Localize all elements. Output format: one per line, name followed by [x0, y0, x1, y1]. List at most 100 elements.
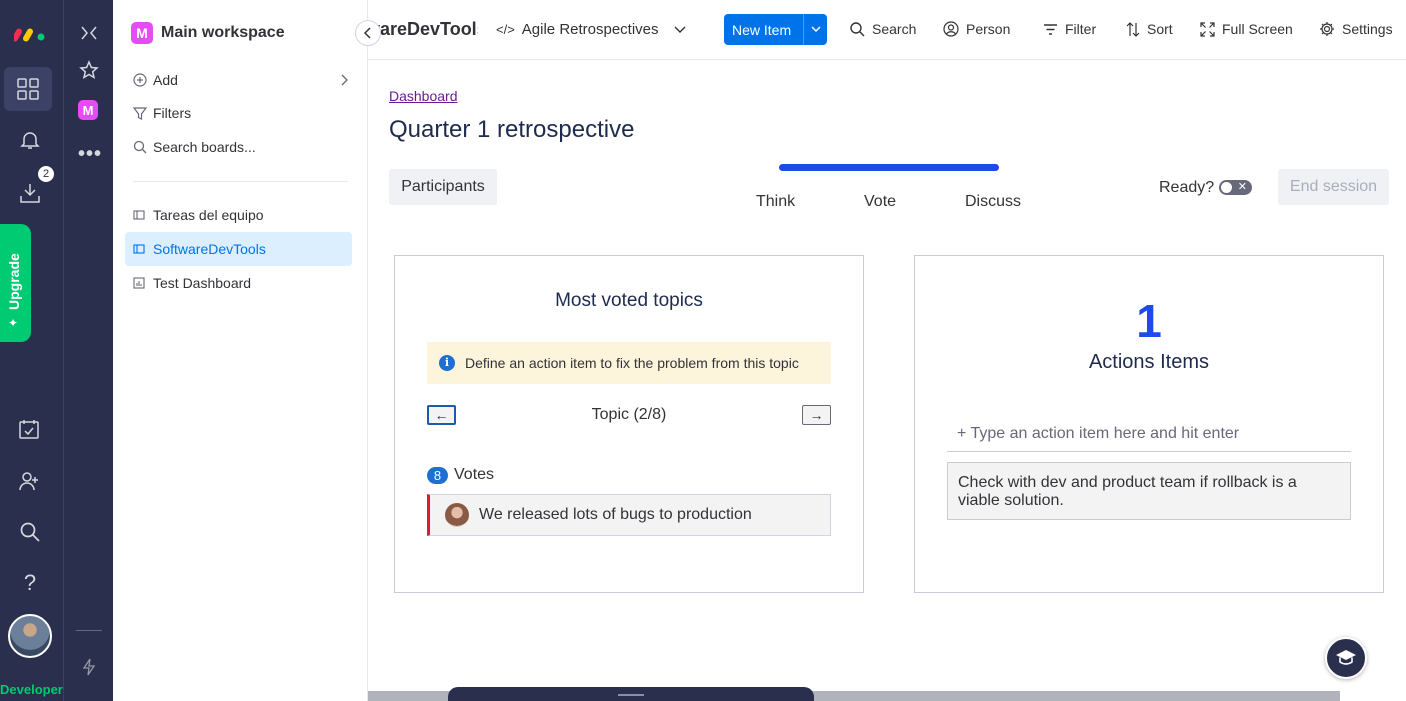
sparkle-icon: ✦ — [8, 316, 19, 330]
author-avatar — [445, 503, 469, 527]
board-item-tareas[interactable]: Tareas del equipo — [125, 198, 352, 232]
info-banner: i Define an action item to fix the probl… — [427, 342, 831, 384]
notification-badge: 2 — [38, 166, 54, 182]
phase-progress-bar — [779, 164, 999, 171]
close-icon: ✕ — [1237, 181, 1247, 193]
person-icon — [943, 21, 959, 37]
home-button[interactable] — [4, 67, 52, 111]
search-boards-item[interactable]: Search boards... — [133, 139, 256, 155]
monday-logo[interactable] — [14, 22, 46, 42]
info-icon: i — [439, 355, 455, 371]
search-label: Search — [872, 21, 917, 37]
full-screen-button[interactable]: Full Screen — [1200, 21, 1293, 37]
user-avatar[interactable] — [8, 614, 52, 658]
action-item[interactable]: Check with dev and product team if rollb… — [947, 462, 1351, 520]
learning-center-button[interactable] — [1325, 637, 1367, 679]
action-items-title: Actions Items — [1088, 351, 1210, 373]
full-screen-label: Full Screen — [1222, 21, 1293, 37]
topics-card-title: Most voted topics — [555, 290, 703, 311]
person-button[interactable]: Person — [943, 21, 1010, 37]
gear-icon — [1320, 22, 1334, 36]
settings-button[interactable]: Settings — [1319, 21, 1393, 37]
calendar-check-icon[interactable] — [18, 418, 40, 440]
workspace-icon: M — [131, 22, 153, 44]
help-icon[interactable]: ? — [19, 570, 41, 596]
sort-button[interactable]: Sort — [1126, 21, 1173, 37]
horizontal-scrollbar-thumb[interactable] — [448, 687, 814, 701]
topic-item[interactable]: We released lots of bugs to production — [427, 494, 831, 536]
topic-text: We released lots of bugs to production — [479, 506, 752, 523]
board-item-test-dashboard[interactable]: Test Dashboard — [125, 266, 352, 300]
chevron-down-icon — [810, 26, 821, 33]
lightning-icon[interactable] — [81, 658, 97, 676]
search-button[interactable]: Search — [850, 21, 916, 37]
expand-collapse-icon[interactable] — [80, 25, 98, 41]
graduation-cap-icon — [1336, 650, 1356, 665]
workspace-panel: M Main workspace Add Filters Search boar… — [113, 0, 368, 701]
workspace-title[interactable]: Main workspace — [161, 24, 285, 42]
board-icon — [133, 210, 145, 220]
page-title: Quarter 1 retrospective — [389, 116, 635, 143]
workspace-avatar-icon[interactable]: M — [78, 100, 98, 120]
filters-menu-item[interactable]: Filters — [133, 105, 191, 121]
breadcrumb-dashboard-link[interactable]: Dashboard — [389, 88, 458, 104]
board-label: Tareas del equipo — [153, 207, 264, 223]
action-items-count: 1 — [1136, 295, 1162, 347]
board-name[interactable]: SoftwareDevTools — [368, 19, 478, 40]
search-icon[interactable] — [19, 521, 41, 543]
filter-label: Filter — [1065, 21, 1097, 37]
panel-divider — [133, 181, 348, 182]
filters-label: Filters — [153, 105, 192, 121]
topic-counter: Topic (2/8) — [591, 406, 667, 423]
board-name-clip: SoftwareDevTools — [368, 0, 478, 59]
end-session-button[interactable]: End session — [1278, 169, 1389, 205]
board-item-softwaredevtools[interactable]: SoftwareDevTools — [125, 232, 352, 266]
ready-toggle[interactable]: ✕ — [1219, 180, 1252, 195]
add-label: Add — [153, 72, 178, 88]
board-label: Test Dashboard — [153, 275, 252, 291]
invite-user-icon[interactable] — [18, 470, 40, 492]
chevron-left-icon — [364, 27, 371, 39]
filter-button[interactable]: Filter — [1043, 21, 1096, 37]
board-icon — [133, 244, 145, 254]
participants-button[interactable]: Participants — [389, 169, 497, 205]
chevron-down-icon — [674, 26, 686, 33]
action-item-input[interactable] — [947, 416, 1351, 452]
developer-label: Developer — [0, 682, 63, 697]
more-icon[interactable]: ••• — [78, 142, 102, 166]
step-think[interactable]: Think — [756, 193, 795, 211]
upgrade-label: Upgrade — [6, 253, 22, 310]
search-boards-label: Search boards... — [153, 139, 256, 155]
dashboard-icon — [133, 277, 145, 289]
upgrade-button[interactable]: Upgrade ✦ — [0, 224, 31, 342]
search-icon — [133, 140, 147, 154]
favorites-star-icon[interactable] — [79, 60, 99, 80]
search-icon — [850, 21, 865, 36]
add-menu-item[interactable]: Add — [133, 72, 348, 88]
ready-label: Ready? — [1159, 179, 1215, 196]
filter-icon — [1044, 23, 1057, 35]
code-icon: </> — [496, 22, 515, 37]
bell-icon[interactable] — [19, 129, 41, 151]
step-discuss[interactable]: Discuss — [965, 193, 1021, 211]
secondary-rail: M ••• — [63, 0, 113, 701]
settings-label: Settings — [1342, 21, 1393, 37]
board-toolbar: SoftwareDevTools </> Agile Retrospective… — [368, 0, 1406, 60]
action-items-card: 1 Actions Items Check with dev and produ… — [914, 255, 1384, 593]
view-name: Agile Retrospectives — [521, 21, 659, 38]
fullscreen-icon — [1200, 21, 1215, 37]
new-item-button[interactable]: New Item — [724, 14, 827, 45]
view-selector[interactable]: </> Agile Retrospectives — [496, 21, 686, 38]
chevron-right-icon — [341, 74, 348, 86]
inbox-icon[interactable] — [19, 182, 41, 204]
votes-indicator: 8 Votes — [427, 466, 494, 484]
rail-divider — [76, 630, 102, 631]
collapse-panel-button[interactable] — [355, 20, 381, 46]
plus-circle-icon — [133, 73, 147, 87]
next-topic-button[interactable]: → — [802, 405, 831, 425]
step-vote[interactable]: Vote — [864, 193, 896, 211]
votes-label: Votes — [454, 466, 495, 483]
sort-icon — [1126, 21, 1140, 37]
new-item-label: New Item — [732, 21, 792, 38]
new-item-dropdown[interactable] — [803, 14, 827, 45]
